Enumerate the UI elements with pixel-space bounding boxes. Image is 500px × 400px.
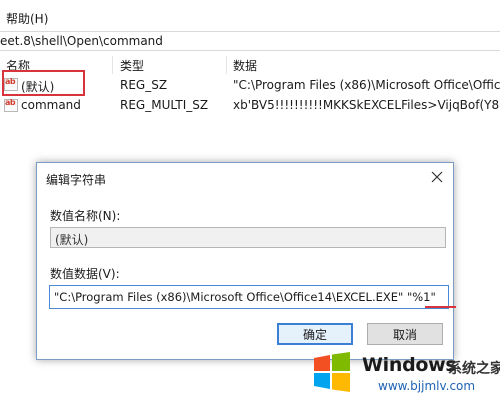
value-name-label: 数值名称(N): [50,209,121,223]
column-header-data[interactable]: 数据 [233,57,257,74]
column-separator[interactable] [226,56,227,74]
menu-help[interactable]: 帮助(H) [6,10,48,27]
value-type: REG_MULTI_SZ [120,98,209,112]
windows-logo-icon [314,352,350,392]
column-header-type[interactable]: 类型 [120,57,144,74]
highlight-underline [425,306,456,308]
ok-button[interactable]: 确定 [277,323,353,345]
value-data-input[interactable]: "C:\Program Files (x86)\Microsoft Office… [49,285,449,309]
value-name: command [21,98,81,112]
value-data: xb'BV5!!!!!!!!!!MKKSkEXCELFiles>VijqBof(… [233,98,500,112]
list-item[interactable]: ab command REG_MULTI_SZ xb'BV5!!!!!!!!!!… [0,95,500,117]
address-path[interactable]: eet.8\shell\Open\command [0,34,163,48]
watermark-url: www.bjjmlv.com [378,379,476,393]
site-watermark: Windows 系统之家 www.bjjmlv.com [306,346,500,400]
string-value-icon: ab [4,98,18,112]
dialog-title: 编辑字符串 [46,173,107,187]
watermark-brand: Windows [362,354,457,376]
dialog-titlebar[interactable]: 编辑字符串 [37,163,453,191]
value-data-label: 数值数据(V): [50,267,120,281]
close-button[interactable] [427,167,447,187]
edit-string-dialog: 编辑字符串 数值名称(N): (默认) 数值数据(V): "C:\Program… [36,162,456,360]
value-name-field: (默认) [50,227,446,248]
value-data: "C:\Program Files (x86)\Microsoft Office… [233,78,500,92]
close-icon [431,171,443,183]
highlight-box [2,70,85,96]
column-separator[interactable] [112,56,113,74]
value-type: REG_SZ [120,78,168,92]
watermark-brand-cn: 系统之家 [448,361,500,377]
menu-bar: 帮助(H) [0,0,500,30]
address-bar[interactable]: eet.8\shell\Open\command [0,31,500,51]
cancel-button[interactable]: 取消 [367,323,443,345]
